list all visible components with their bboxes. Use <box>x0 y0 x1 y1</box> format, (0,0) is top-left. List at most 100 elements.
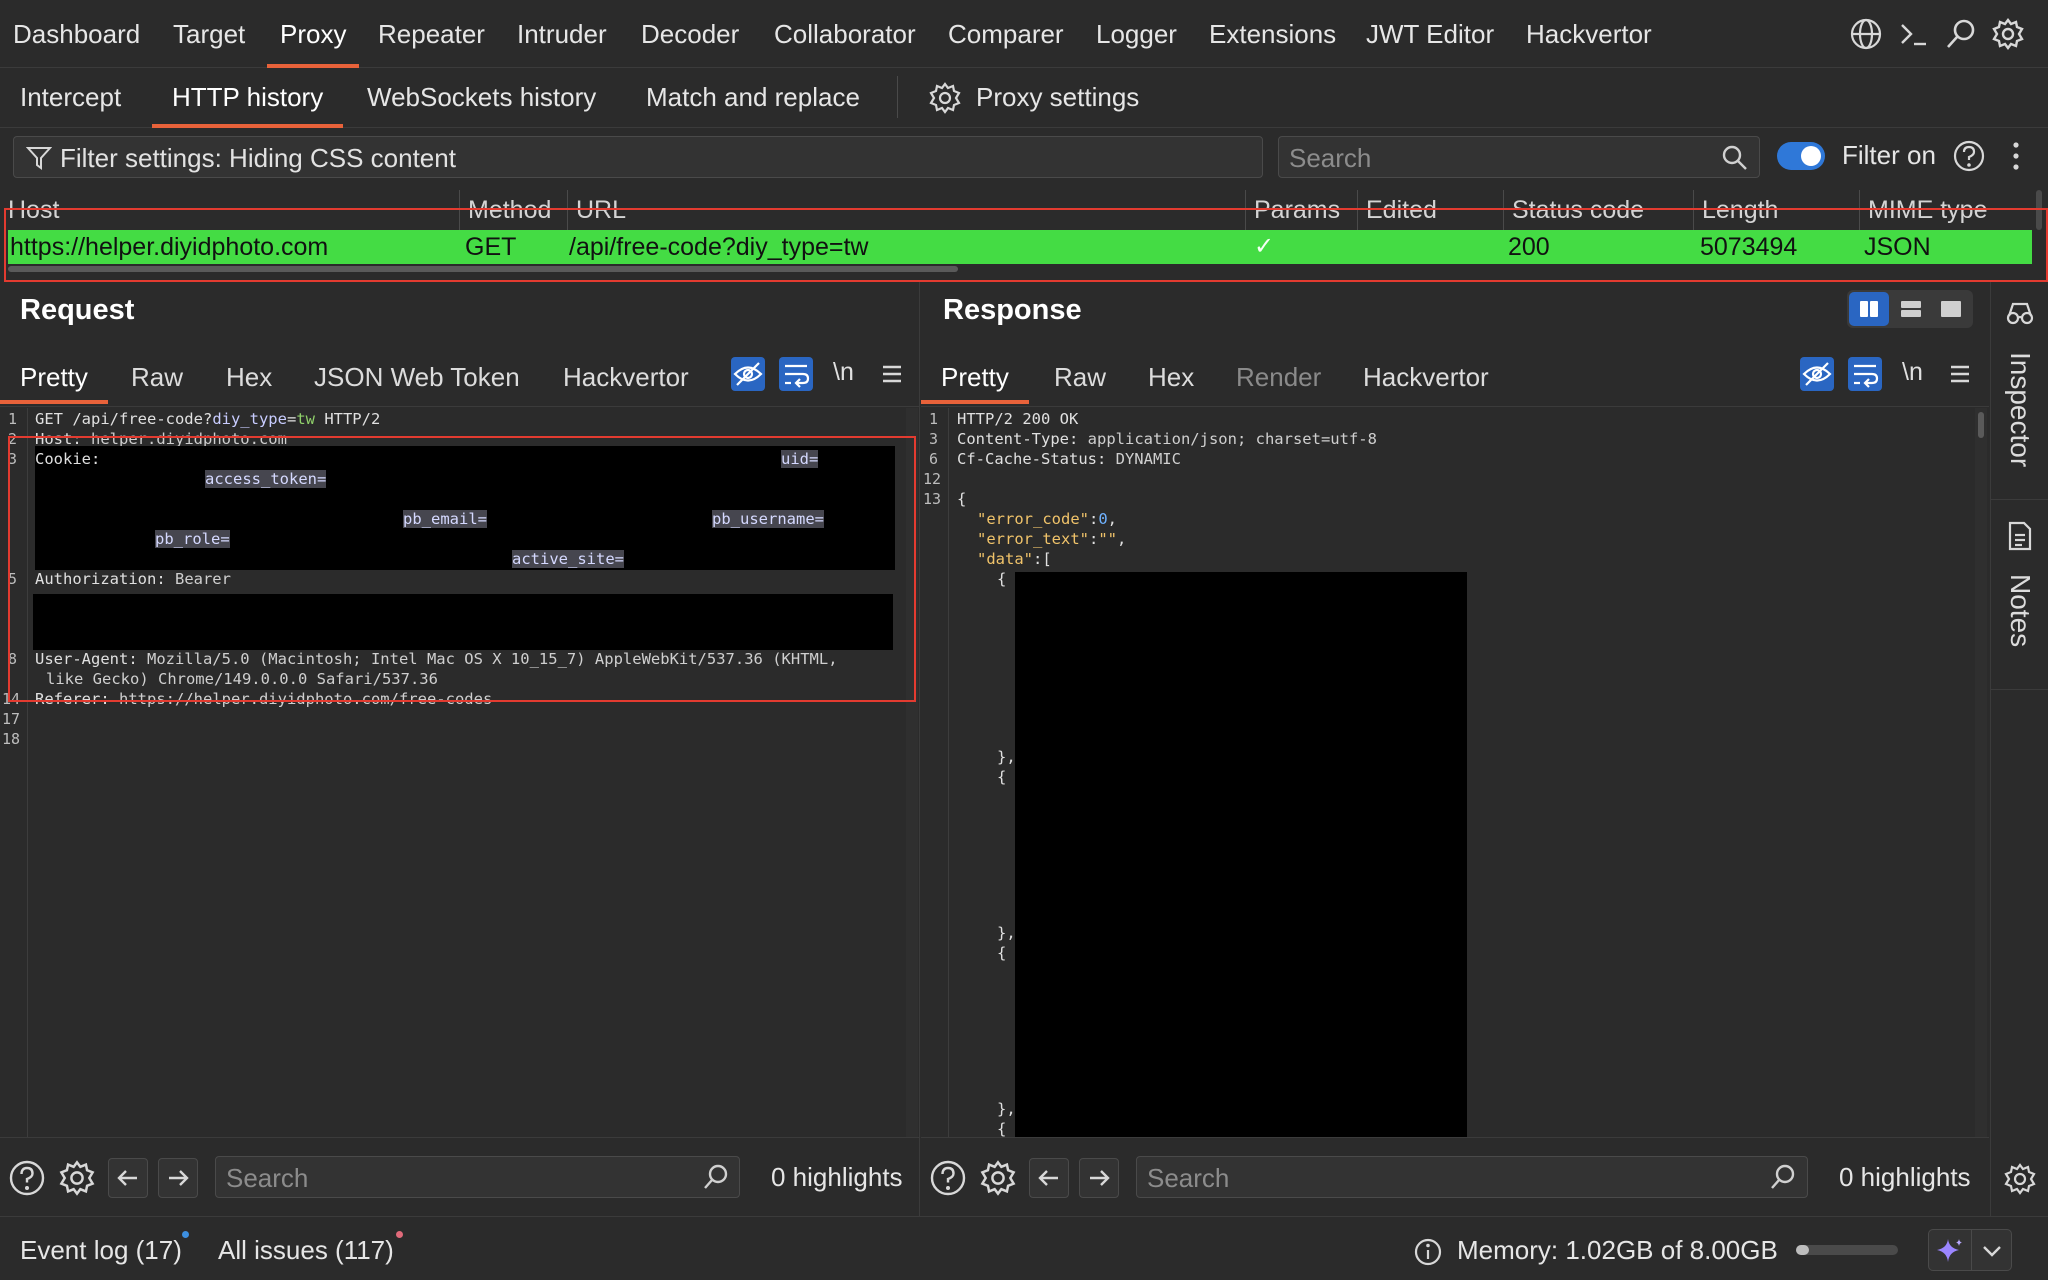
wrap-lines-icon[interactable] <box>1848 357 1882 391</box>
more-options-icon[interactable] <box>2006 139 2026 173</box>
info-icon[interactable] <box>1413 1237 1443 1267</box>
nav-hackvertor[interactable]: Hackvertor <box>1526 0 1652 68</box>
menu-icon[interactable] <box>878 359 906 389</box>
filter-settings-button[interactable]: Filter settings: Hiding CSS content <box>13 136 1263 178</box>
notes-tab[interactable]: Notes <box>1991 500 2048 690</box>
split-vertical-icon[interactable] <box>1891 292 1931 326</box>
req-tab-raw[interactable]: Raw <box>131 354 183 404</box>
col-method[interactable]: Method <box>460 190 568 230</box>
response-editor[interactable]: 1 3 6 12 13 HTTP/2 200 OK Content-Type: … <box>921 408 1975 1138</box>
tab-websockets-history[interactable]: WebSockets history <box>367 68 596 128</box>
horizontal-scrollbar[interactable] <box>8 266 958 272</box>
json-object-close: }, <box>997 748 1016 766</box>
line-number: 17 <box>2 710 21 728</box>
request-scrollbar[interactable] <box>906 408 918 1138</box>
col-host[interactable]: Host <box>0 190 460 230</box>
split-horizontal-icon[interactable] <box>1849 292 1889 326</box>
globe-icon[interactable] <box>1849 17 1883 51</box>
col-length[interactable]: Length <box>1694 190 1860 230</box>
previous-arrow-icon[interactable] <box>108 1158 148 1198</box>
response-search-bar: Search 0 highlights <box>921 1137 1989 1217</box>
line-number: 13 <box>923 490 942 508</box>
line-number: 5 <box>8 570 18 588</box>
nav-repeater[interactable]: Repeater <box>378 0 485 68</box>
top-nav: Dashboard Target Proxy Repeater Intruder… <box>0 0 2048 68</box>
proxy-settings-button[interactable]: Proxy settings <box>976 68 1139 128</box>
line-number: 6 <box>929 450 939 468</box>
gear-icon[interactable] <box>928 81 962 115</box>
scrollbar-thumb[interactable] <box>1978 412 1984 438</box>
hide-eye-icon[interactable] <box>1800 357 1834 391</box>
inspector-label: Inspector <box>2005 352 2036 468</box>
search-placeholder: Search <box>1289 143 1372 173</box>
nav-intruder[interactable]: Intruder <box>517 0 607 68</box>
cell-host: https://helper.diyidphoto.com <box>10 233 329 261</box>
table-row[interactable]: https://helper.diyidphoto.com GET /api/f… <box>8 230 2032 264</box>
vertical-scrollbar[interactable] <box>2036 190 2042 230</box>
nav-jwt-editor[interactable]: JWT Editor <box>1366 0 1494 68</box>
nav-logger[interactable]: Logger <box>1096 0 1177 68</box>
col-edited[interactable]: Edited <box>1358 190 1504 230</box>
line-number: 3 <box>929 430 939 448</box>
nav-target[interactable]: Target <box>173 0 245 68</box>
filter-toggle[interactable] <box>1777 142 1825 170</box>
nav-extensions[interactable]: Extensions <box>1209 0 1336 68</box>
gear-icon[interactable] <box>2003 1162 2037 1196</box>
res-tab-hackvertor[interactable]: Hackvertor <box>1363 354 1489 404</box>
tab-http-history[interactable]: HTTP history <box>152 68 344 128</box>
request-search-input[interactable]: Search <box>215 1156 740 1198</box>
nav-dashboard[interactable]: Dashboard <box>13 0 140 68</box>
res-tab-pretty[interactable]: Pretty <box>921 354 1029 404</box>
res-tab-hex[interactable]: Hex <box>1148 354 1194 404</box>
search-placeholder: Search <box>226 1163 309 1193</box>
newline-toggle[interactable]: \n <box>833 358 854 387</box>
hide-eye-icon[interactable] <box>731 357 765 391</box>
gear-icon[interactable] <box>979 1159 1017 1197</box>
col-mime-type[interactable]: MIME type <box>1860 190 2032 230</box>
col-params[interactable]: Params <box>1246 190 1358 230</box>
ai-assistant-button[interactable] <box>1928 1229 2012 1271</box>
newline-toggle[interactable]: \n <box>1902 358 1923 387</box>
menu-icon[interactable] <box>1946 359 1974 389</box>
chevron-down-icon[interactable] <box>1979 1238 2005 1264</box>
help-icon[interactable] <box>8 1159 46 1197</box>
nav-comparer[interactable]: Comparer <box>948 0 1064 68</box>
help-icon[interactable] <box>1952 139 1986 173</box>
cell-status: 200 <box>1508 233 1550 261</box>
single-pane-icon[interactable] <box>1931 292 1971 326</box>
redacted-token <box>33 594 893 650</box>
res-tab-raw[interactable]: Raw <box>1054 354 1106 404</box>
req-tab-pretty[interactable]: Pretty <box>0 354 108 404</box>
tab-intercept[interactable]: Intercept <box>20 68 121 128</box>
line-number: 14 <box>2 690 21 708</box>
response-search-input[interactable]: Search <box>1136 1156 1808 1198</box>
next-arrow-icon[interactable] <box>1079 1158 1119 1198</box>
line-number: 8 <box>8 650 18 668</box>
nav-proxy[interactable]: Proxy <box>267 0 360 68</box>
gear-icon[interactable] <box>58 1159 96 1197</box>
request-editor[interactable]: 1 2 3 5 8 14 17 18 GET /api/free-code?di… <box>0 408 906 1138</box>
request-highlights-count: 0 highlights <box>771 1162 903 1192</box>
notes-icon <box>2006 520 2034 552</box>
nav-collaborator[interactable]: Collaborator <box>774 0 916 68</box>
all-issues-button[interactable]: All issues (117) <box>218 1235 394 1266</box>
help-icon[interactable] <box>929 1159 967 1197</box>
inspector-tab[interactable]: Inspector <box>1991 282 2048 500</box>
col-status-code[interactable]: Status code <box>1504 190 1694 230</box>
wrap-lines-icon[interactable] <box>779 357 813 391</box>
authorization-header: Authorization: Bearer <box>35 570 231 588</box>
req-tab-json-web-token[interactable]: JSON Web Token <box>314 354 520 404</box>
search-icon[interactable] <box>1944 17 1978 51</box>
terminal-icon[interactable] <box>1897 17 1931 51</box>
col-url[interactable]: URL <box>568 190 1246 230</box>
req-tab-hackvertor[interactable]: Hackvertor <box>563 354 689 404</box>
gear-icon[interactable] <box>1991 17 2025 51</box>
req-tab-hex[interactable]: Hex <box>226 354 272 404</box>
previous-arrow-icon[interactable] <box>1029 1158 1069 1198</box>
next-arrow-icon[interactable] <box>158 1158 198 1198</box>
nav-decoder[interactable]: Decoder <box>641 0 739 68</box>
response-scrollbar[interactable] <box>1975 408 1987 1138</box>
tab-match-and-replace[interactable]: Match and replace <box>646 68 860 128</box>
history-search-input[interactable]: Search <box>1278 136 1760 178</box>
event-log-button[interactable]: Event log (17) <box>20 1235 182 1266</box>
